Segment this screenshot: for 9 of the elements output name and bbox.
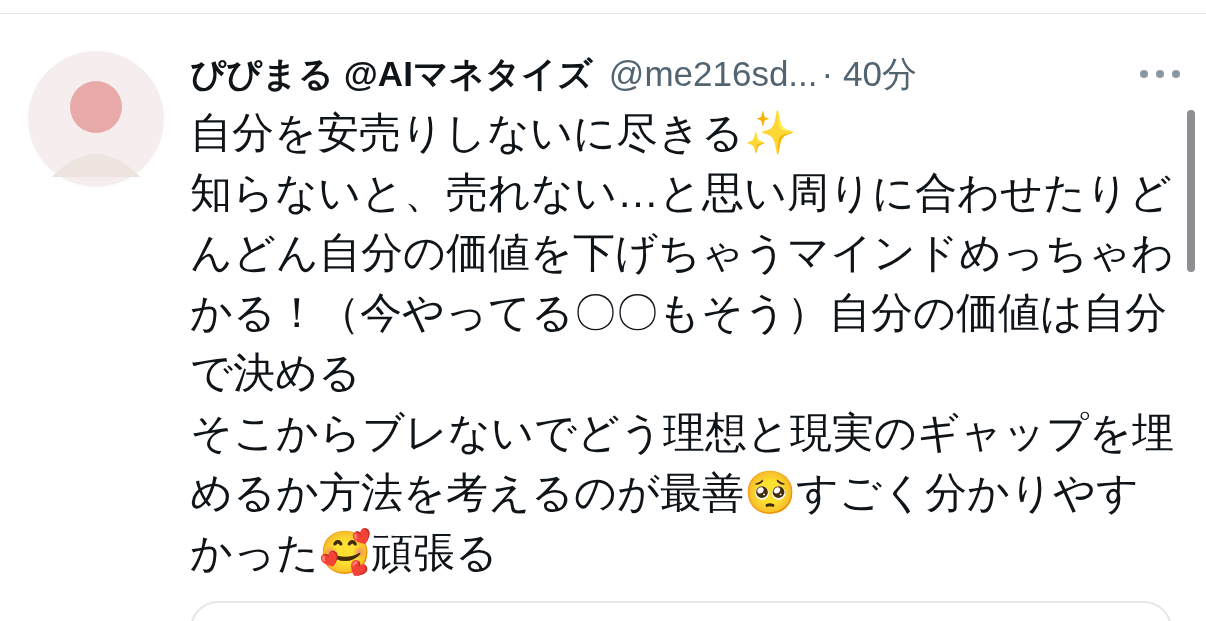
user-handle: @me216sd... xyxy=(608,52,818,95)
post-text: 自分を安売りしないに尽きる✨ xyxy=(190,108,797,158)
post-time[interactable]: · 40分 xyxy=(821,47,917,101)
display-name[interactable]: ぴぴまる @AIマネタイズ xyxy=(190,47,593,101)
post-text: そこからブレないでどう理想と現実のギャップを埋めるか方法を考えるのが最善🥺すごく分かりやすかった🥰頑張る xyxy=(190,408,1175,578)
scrollbar[interactable] xyxy=(1187,110,1195,272)
post-text: 知らないと、売れない…と思い周りに合わせたりどんどん自分の価値を下げちゃうマインドめっちゃわかる！（今やってる〇〇もそう）自分の価値は自分で決める xyxy=(190,168,1175,398)
more-icon[interactable] xyxy=(1138,68,1182,80)
avatar-icon[interactable] xyxy=(28,51,164,187)
